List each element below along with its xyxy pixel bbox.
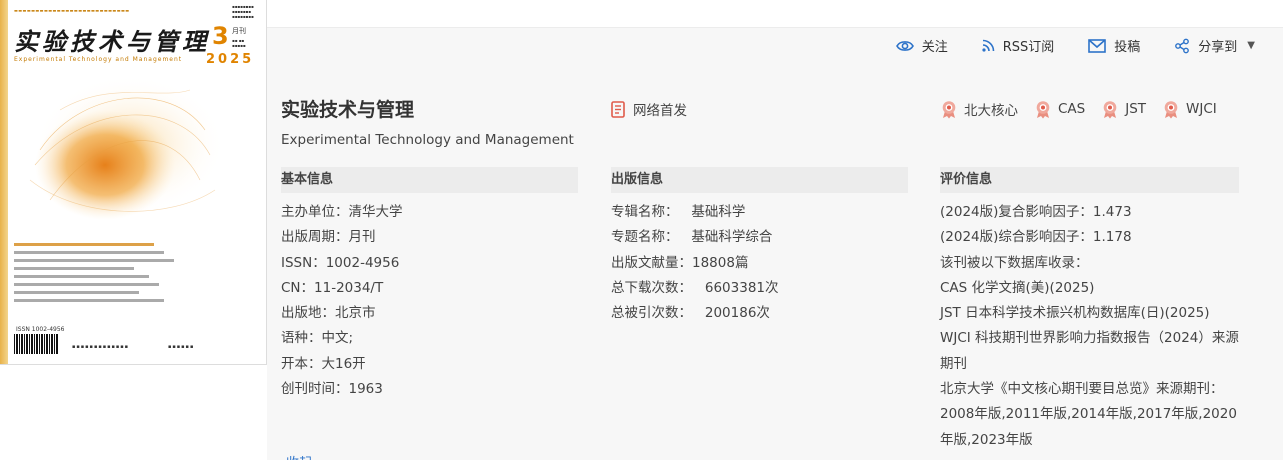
info-row: CN：11-2034/T xyxy=(281,279,384,296)
badge-label: CAS xyxy=(1058,101,1086,117)
info-row: 总被引次数： 200186次 xyxy=(611,305,770,322)
first-online-label: 网络首发 xyxy=(633,103,687,119)
info-row: CAS 化学文摘(美)(2025) xyxy=(940,279,1095,296)
section-header: 基本信息 xyxy=(281,167,578,193)
badge-label: JST xyxy=(1125,101,1147,117)
cover-month-label: 月刊 xyxy=(232,27,246,35)
info-row: ISSN：1002-4956 xyxy=(281,254,400,271)
info-row: 语种：中文; xyxy=(281,330,354,347)
cover-issue-number: 3 xyxy=(212,22,229,50)
info-row: 开本：大16开 xyxy=(281,355,366,372)
info-row: 北京大学《中文核心期刊要目总览》来源期刊：2008年版,2011年版,2014年… xyxy=(940,381,1237,448)
journal-title-en: Experimental Technology and Management xyxy=(281,132,574,148)
cover-issn: ISSN 1002-4956 xyxy=(16,326,65,333)
info-row: JST 日本科学技术振兴机构数据库(日)(2025) xyxy=(940,305,1210,322)
evaluation-info-section: 评价信息 (2024版)复合影响因子：1.473 (2024版)综合影响因子：1… xyxy=(940,167,1239,453)
share-button[interactable]: 分享到 ▼ xyxy=(1174,36,1255,55)
cover-contents xyxy=(14,243,244,307)
award-ribbon-icon xyxy=(1036,100,1050,118)
collapse-link[interactable]: 收起 xyxy=(286,452,312,460)
cover-issn-block: ▪▪▪▪▪▪▪▪ ▪▪▪▪▪▪▪ ▪▪▪▪▪▪▪▪ xyxy=(232,4,254,19)
submit-label: 投稿 xyxy=(1114,40,1141,55)
info-row: 总下载次数： 6603381次 xyxy=(611,279,779,296)
info-row: 出版文献量：18808篇 xyxy=(611,254,749,271)
toolbar: 关注 RSS订阅 投稿 分享到 ▼ xyxy=(895,36,1255,55)
badge-pku-core: 北大核心 xyxy=(940,99,1018,119)
cover-publisher: ▪▪▪▪▪▪▪▪▪▪▪▪▪ xyxy=(72,344,130,350)
eye-icon xyxy=(895,40,914,51)
info-row: 该刊被以下数据库收录： xyxy=(940,254,1089,271)
award-ribbon-icon xyxy=(1103,100,1117,118)
badge-label: 北大核心 xyxy=(964,103,1018,119)
share-icon xyxy=(1175,38,1190,53)
submit-button[interactable]: 投稿 xyxy=(1088,36,1140,55)
info-row: 主办单位：清华大学 xyxy=(281,204,403,220)
info-row: 出版周期：月刊 xyxy=(281,229,376,246)
badge-wjci: WJCI xyxy=(1162,99,1217,119)
cover-volume: ▪▪ ▪▪ ▪▪▪▪▪ xyxy=(232,38,246,48)
cover-artwork xyxy=(29,75,220,220)
first-online-link[interactable]: 网络首发 xyxy=(611,99,687,119)
info-row: (2024版)综合影响因子：1.178 xyxy=(940,229,1132,246)
badge-label: WJCI xyxy=(1186,101,1217,117)
basic-info-section: 基本信息 主办单位：清华大学 出版周期：月刊 ISSN：1002-4956 CN… xyxy=(281,167,578,402)
award-ribbon-icon xyxy=(942,100,956,118)
chevron-down-icon: ▼ xyxy=(1247,40,1255,51)
cover-title: 实验技术与管理 xyxy=(14,27,210,56)
rss-icon xyxy=(982,39,995,52)
badge-jst: JST xyxy=(1101,99,1146,119)
info-row: 出版地：北京市 xyxy=(281,305,376,322)
journal-cover: ▬▬▬▬▬▬▬▬▬▬▬▬▬▬▬▬▬▬▬▬▬▬▬▬▬▬▬ ▪▪▪▪▪▪▪▪ ▪▪▪▪… xyxy=(0,0,267,365)
info-row: WJCI 科技期刊世界影响力指数报告（2024）来源期刊 xyxy=(940,330,1239,372)
section-header: 评价信息 xyxy=(940,167,1239,193)
cover-spine xyxy=(0,0,8,364)
envelope-icon xyxy=(1088,38,1107,53)
cover-barcode xyxy=(14,334,58,354)
follow-button[interactable]: 关注 xyxy=(895,36,948,55)
journal-title: 实验技术与管理 xyxy=(281,99,415,121)
info-row: 专题名称： 基础科学综合 xyxy=(611,229,773,246)
rss-label: RSS订阅 xyxy=(1002,40,1055,55)
document-icon xyxy=(611,100,625,118)
info-row: 专辑名称： 基础科学 xyxy=(611,204,746,220)
cover-title-en: Experimental Technology and Management xyxy=(14,56,183,63)
cover-year: 2025 xyxy=(206,52,255,67)
info-row: (2024版)复合影响因子：1.473 xyxy=(940,204,1132,220)
badge-cas: CAS xyxy=(1034,99,1085,119)
section-header: 出版信息 xyxy=(611,167,908,193)
rss-button[interactable]: RSS订阅 xyxy=(982,36,1055,55)
share-label: 分享到 xyxy=(1198,40,1238,55)
index-badges: 北大核心 CAS JST WJCI xyxy=(940,99,1217,119)
info-row: 创刊时间：1963 xyxy=(281,381,383,398)
journal-detail-page: ▬▬▬▬▬▬▬▬▬▬▬▬▬▬▬▬▬▬▬▬▬▬▬▬▬▬▬ ▪▪▪▪▪▪▪▪ ▪▪▪▪… xyxy=(0,0,1283,460)
follow-label: 关注 xyxy=(921,40,948,55)
cover-top-line: ▬▬▬▬▬▬▬▬▬▬▬▬▬▬▬▬▬▬▬▬▬▬▬▬▬▬▬ xyxy=(14,8,130,13)
cover-publisher-2: ▪▪▪▪▪▪ xyxy=(168,344,195,350)
publish-info-section: 出版信息 专辑名称： 基础科学 专题名称： 基础科学综合 出版文献量：18808… xyxy=(611,167,908,326)
award-ribbon-icon xyxy=(1164,100,1178,118)
